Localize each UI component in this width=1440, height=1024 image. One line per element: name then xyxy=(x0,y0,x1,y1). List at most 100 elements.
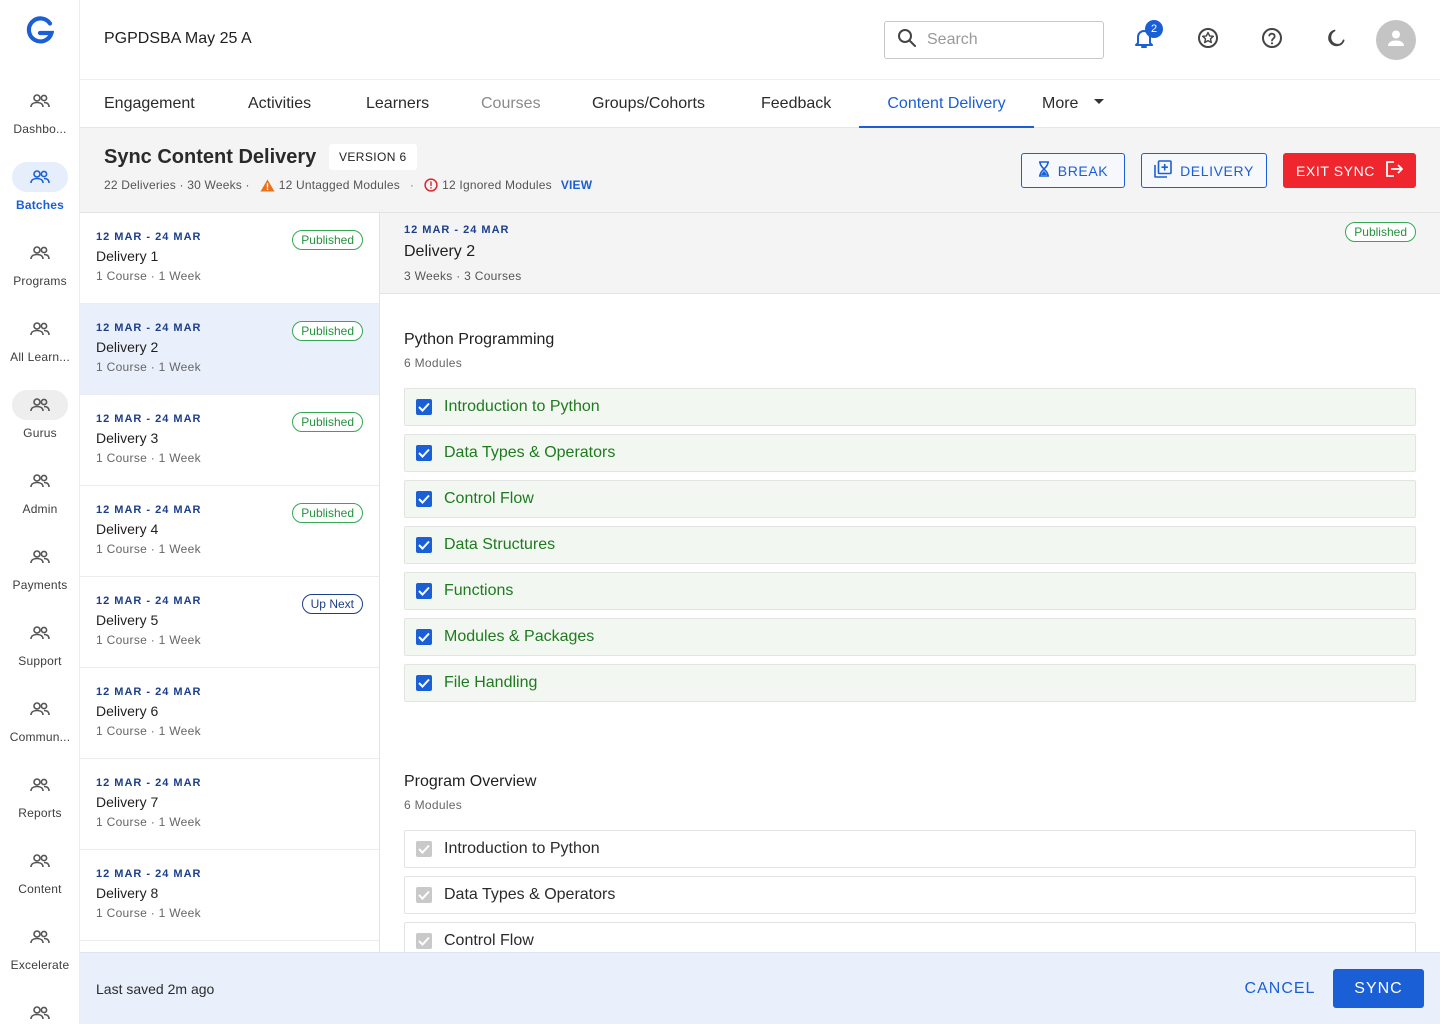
rail-item-programs[interactable]: Programs xyxy=(0,238,79,298)
delivery-list-item[interactable]: 12 MAR - 24 MAR Delivery 3 1 Course · 1 … xyxy=(80,395,379,486)
people-icon xyxy=(12,314,68,344)
checkbox-checked-icon[interactable] xyxy=(416,583,432,599)
module-row[interactable]: Data Types & Operators xyxy=(404,434,1416,472)
tab-engagement[interactable]: Engagement xyxy=(104,80,195,128)
checkbox-checked-icon[interactable] xyxy=(416,675,432,691)
rail-item-content[interactable]: Content xyxy=(0,846,79,906)
delivery-list-item[interactable]: 12 MAR - 24 MAR Delivery 8 1 Course · 1 … xyxy=(80,850,379,941)
batch-tabs: Engagement Activities Learners Courses G… xyxy=(80,80,1440,128)
module-list: Introduction to Python Data Types & Oper… xyxy=(404,388,1416,702)
rail-item-support[interactable]: Support xyxy=(0,618,79,678)
help-button[interactable] xyxy=(1258,26,1286,54)
hourglass-icon xyxy=(1038,161,1058,180)
module-row[interactable]: Control Flow xyxy=(404,480,1416,518)
delivery-list-item[interactable]: 12 MAR - 24 MAR Delivery 1 1 Course · 1 … xyxy=(80,213,379,304)
moon-icon xyxy=(1326,28,1346,53)
delivery-meta: 1 Course · 1 Week xyxy=(96,906,201,920)
search-input[interactable] xyxy=(927,31,1087,49)
module-row[interactable]: Introduction to Python xyxy=(404,830,1416,868)
rail-item-reports[interactable]: Reports xyxy=(0,770,79,830)
checkbox-checked-disabled-icon[interactable] xyxy=(416,933,432,949)
tab-groups-cohorts[interactable]: Groups/Cohorts xyxy=(592,80,705,128)
module-label: Modules & Packages xyxy=(444,628,595,645)
delivery-list-item[interactable]: 12 MAR - 24 MAR Delivery 7 1 Course · 1 … xyxy=(80,759,379,850)
delivery-name: Delivery 2 xyxy=(96,339,159,355)
module-row[interactable]: Modules & Packages xyxy=(404,618,1416,656)
tab-activities[interactable]: Activities xyxy=(248,80,311,128)
tab-courses[interactable]: Courses xyxy=(481,80,541,128)
module-label: Introduction to Python xyxy=(444,840,600,857)
sync-header: Sync Content Delivery VERSION 6 22 Deliv… xyxy=(80,128,1440,213)
people-icon xyxy=(12,238,68,268)
search-box[interactable] xyxy=(884,21,1104,59)
tab-feedback[interactable]: Feedback xyxy=(761,80,831,128)
checkbox-checked-icon[interactable] xyxy=(416,537,432,553)
tab-more[interactable]: More xyxy=(1042,80,1105,128)
rail-item-batches[interactable]: Batches xyxy=(0,162,79,222)
delivery-title: Delivery 2 xyxy=(404,243,476,260)
checkbox-checked-icon[interactable] xyxy=(416,491,432,507)
star-badge-icon xyxy=(1197,27,1219,54)
rail-item-excelerate[interactable]: Excelerate xyxy=(0,922,79,982)
delivery-date-range: 12 MAR - 24 MAR xyxy=(96,777,202,789)
course-section: Python Programming 6 Modules Introductio… xyxy=(404,331,1416,710)
person-icon xyxy=(1386,28,1406,53)
module-row[interactable]: Data Structures xyxy=(404,526,1416,564)
delivery-name: Delivery 5 xyxy=(96,612,159,628)
add-box-icon xyxy=(1154,160,1180,181)
module-row[interactable]: Functions xyxy=(404,572,1416,610)
view-ignored-link[interactable]: VIEW xyxy=(561,178,592,192)
exit-sync-button[interactable]: EXIT SYNC xyxy=(1283,153,1416,188)
checkbox-checked-icon[interactable] xyxy=(416,629,432,645)
checkbox-checked-disabled-icon[interactable] xyxy=(416,887,432,903)
module-row[interactable]: Control Flow xyxy=(404,922,1416,952)
sync-button[interactable]: SYNC xyxy=(1333,969,1424,1008)
dark-mode-toggle[interactable] xyxy=(1322,26,1350,54)
rail-item-more[interactable] xyxy=(0,998,79,1024)
add-delivery-button[interactable]: DELIVERY xyxy=(1141,153,1267,188)
module-label: Data Types & Operators xyxy=(444,886,616,903)
cancel-button[interactable]: CANCEL xyxy=(1232,969,1328,1008)
untagged-modules-count: 12 Untagged Modules xyxy=(278,178,400,192)
people-icon xyxy=(12,998,68,1024)
delivery-list-item[interactable]: 12 MAR - 24 MAR Delivery 5 1 Course · 1 … xyxy=(80,577,379,668)
add-break-button[interactable]: BREAK xyxy=(1021,153,1125,188)
people-icon xyxy=(12,542,68,572)
delivery-list-item[interactable]: 12 MAR - 24 MAR Delivery 6 1 Course · 1 … xyxy=(80,668,379,759)
module-row[interactable]: Data Types & Operators xyxy=(404,876,1416,914)
rail-item-admin[interactable]: Admin xyxy=(0,466,79,526)
rail-item-all-learners[interactable]: All Learn... xyxy=(0,314,79,374)
exit-sync-label: EXIT SYNC xyxy=(1295,162,1376,179)
delivery-list-item-selected[interactable]: 12 MAR - 24 MAR Delivery 2 1 Course · 1 … xyxy=(80,304,379,395)
checkbox-checked-disabled-icon[interactable] xyxy=(416,841,432,857)
checkbox-checked-icon[interactable] xyxy=(416,445,432,461)
sync-summary: 22 Deliveries · 30 Weeks · 12 Untagged M… xyxy=(104,178,592,192)
tab-learners[interactable]: Learners xyxy=(366,80,429,128)
app-logo[interactable] xyxy=(26,16,55,48)
delivery-date-range: 12 MAR - 24 MAR xyxy=(96,686,202,698)
module-label: Introduction to Python xyxy=(444,398,600,415)
top-bar: PGPDSBA May 25 A 2 xyxy=(80,0,1440,80)
tab-content-delivery[interactable]: Content Delivery xyxy=(859,80,1034,128)
people-icon xyxy=(12,770,68,800)
module-label: Functions xyxy=(444,582,514,599)
add-delivery-label: DELIVERY xyxy=(1180,162,1254,179)
checkbox-checked-icon[interactable] xyxy=(416,399,432,415)
people-icon xyxy=(12,846,68,876)
module-row[interactable]: Introduction to Python xyxy=(404,388,1416,426)
rail-item-payments[interactable]: Payments xyxy=(0,542,79,602)
rail-item-gurus[interactable]: Gurus xyxy=(0,390,79,450)
status-badge: Published xyxy=(292,230,363,250)
delivery-list-item[interactable]: 12 MAR - 24 MAR Delivery 4 1 Course · 1 … xyxy=(80,486,379,577)
achievements-button[interactable] xyxy=(1194,26,1222,54)
version-tag: VERSION 6 xyxy=(329,144,417,170)
notifications-button[interactable]: 2 xyxy=(1130,20,1163,54)
delivery-date-range: 12 MAR - 24 MAR xyxy=(404,224,510,236)
module-row[interactable]: File Handling xyxy=(404,664,1416,702)
user-avatar[interactable] xyxy=(1376,20,1416,60)
delivery-meta: 1 Course · 1 Week xyxy=(96,451,201,465)
rail-item-dashboard[interactable]: Dashbo... xyxy=(0,86,79,146)
rail-item-label: Excelerate xyxy=(10,958,70,972)
rail-item-community[interactable]: Commun... xyxy=(0,694,79,754)
error-circle-icon xyxy=(424,178,438,192)
